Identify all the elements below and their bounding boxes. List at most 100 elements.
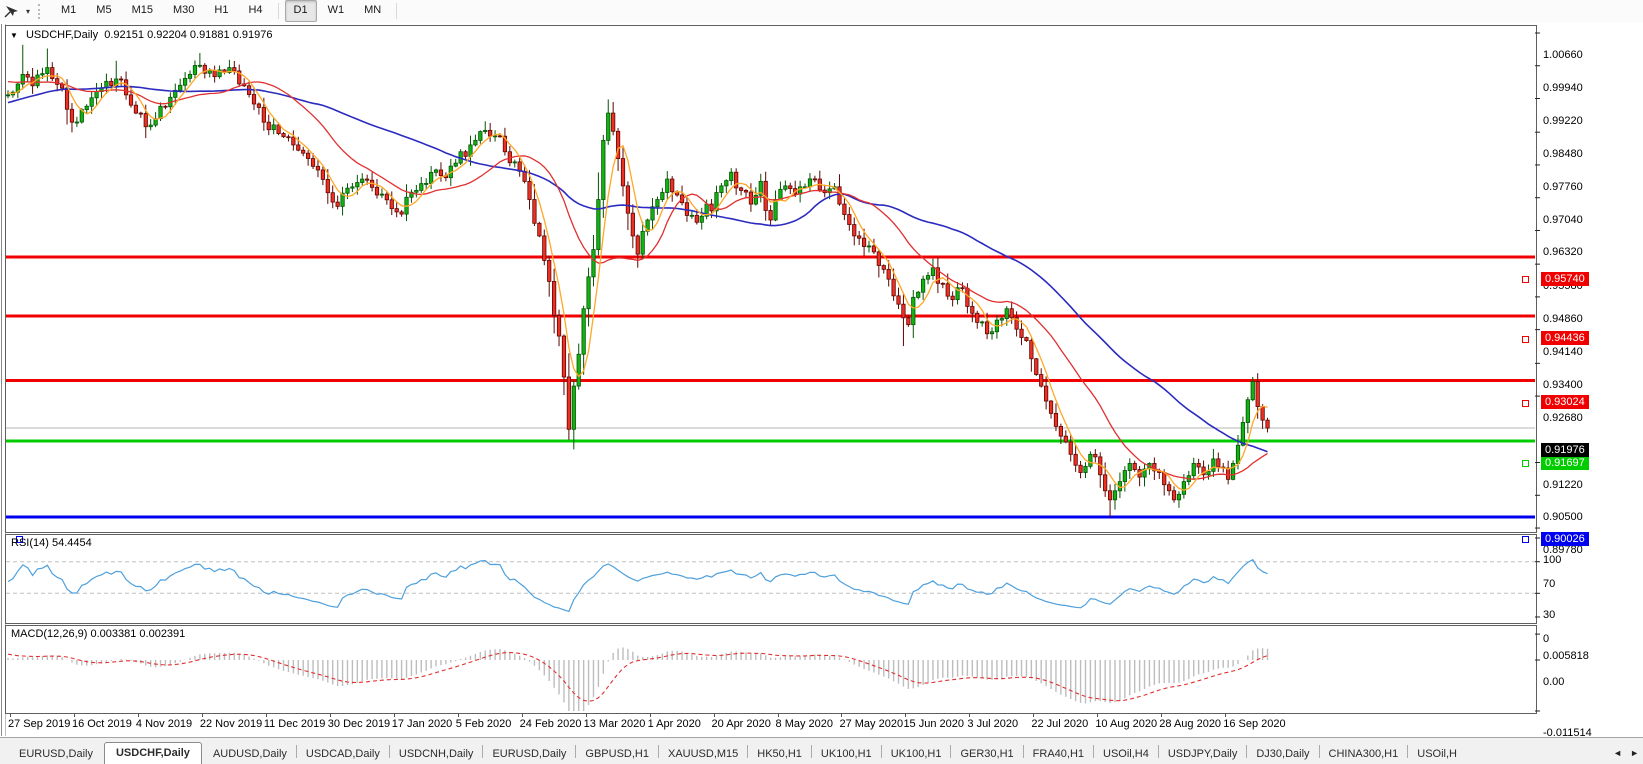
timeframe-toolbar: ▾ M1 M5 M15 M30 H1 H4 D1 W1 MN — [0, 0, 1643, 23]
period-button-h4[interactable]: H4 — [239, 0, 271, 22]
line-handle[interactable] — [1522, 536, 1529, 544]
date-label: 10 Aug 2020 — [1095, 718, 1158, 730]
period-button-m15[interactable]: M15 — [123, 0, 162, 22]
tab-eurusd-daily[interactable]: EURUSD,Daily — [10, 744, 102, 764]
date-label: 17 Jan 2020 — [391, 718, 453, 730]
price-tick: 1.00660 — [1543, 49, 1583, 61]
rsi-tick: 100 — [1543, 554, 1562, 566]
date-label: 16 Oct 2019 — [71, 718, 132, 730]
macd-tick: 0.005818 — [1543, 650, 1589, 663]
tab-usoil-h4[interactable]: USOil,H4 — [1094, 744, 1158, 764]
price-open: 0.92151 — [104, 29, 144, 41]
date-tick — [265, 713, 267, 717]
period-button-w1[interactable]: W1 — [319, 0, 354, 22]
tab-usdjpy-daily[interactable]: USDJPY,Daily — [1159, 744, 1247, 764]
line-handle[interactable] — [1522, 335, 1529, 343]
chart-window: ▼ USDCHF,Daily 0.92151 0.92204 0.91881 0… — [0, 22, 1643, 739]
date-tick — [1161, 713, 1163, 717]
date-label: 11 Dec 2019 — [263, 718, 326, 730]
tab-hk50-h1[interactable]: HK50,H1 — [748, 744, 811, 764]
line-handle[interactable] — [1522, 399, 1529, 407]
period-button-d1[interactable]: D1 — [284, 0, 317, 22]
tab-usdcad-daily[interactable]: USDCAD,Daily — [297, 744, 389, 764]
price-tick: 0.94140 — [1543, 345, 1583, 358]
price-tick: 0.94860 — [1543, 312, 1583, 325]
date-label: 27 Sep 2019 — [8, 718, 71, 730]
price-line-label: 0.91697 — [1541, 455, 1589, 470]
rsi-tick: 30 — [1543, 609, 1556, 622]
date-tick — [777, 713, 779, 717]
tab-audusd-daily[interactable]: AUDUSD,Daily — [204, 744, 296, 764]
chart-tabs: EURUSD,Daily USDCHF,Daily AUDUSD,Daily USDC… — [0, 737, 1643, 764]
date-tick — [841, 713, 843, 717]
date-tick — [457, 713, 459, 717]
tab-gbpusd-h1[interactable]: GBPUSD,H1 — [576, 744, 658, 764]
price-tick: 0.99220 — [1543, 114, 1583, 127]
tab-eurusd-daily[interactable]: EURUSD,Daily — [483, 744, 575, 764]
tab-usoil-h[interactable]: USOil,H — [1408, 744, 1466, 764]
tab-xauusd-m15[interactable]: XAUUSD,M15 — [659, 744, 747, 764]
chevron-down-icon[interactable]: ▾ — [22, 7, 34, 16]
date-tick — [649, 713, 651, 717]
price-line-label: 0.90026 — [1541, 531, 1589, 546]
tab-dj30-daily[interactable]: DJ30,Daily — [1247, 744, 1318, 764]
date-label: 24 Feb 2020 — [519, 718, 582, 730]
price-tick: 0.98480 — [1543, 148, 1583, 161]
tab-ger30-h1[interactable]: GER30,H1 — [951, 744, 1022, 764]
date-label: 8 May 2020 — [775, 718, 833, 730]
chart-menu-icon[interactable]: ▼ — [10, 31, 18, 40]
date-label: 13 Mar 2020 — [583, 718, 646, 730]
period-button-m5[interactable]: M5 — [87, 0, 120, 22]
date-tick — [585, 713, 587, 717]
date-tick — [201, 713, 203, 717]
symbol-name: USDCHF,Daily — [25, 29, 99, 41]
tab-usdchf-daily[interactable]: USDCHF,Daily — [103, 742, 202, 764]
tab-scroll-left-icon[interactable]: ◄ — [1613, 748, 1622, 758]
price-line-label: 0.94436 — [1541, 331, 1589, 346]
line-handle[interactable] — [1522, 276, 1529, 284]
crosshair-cursor-icon[interactable] — [0, 1, 22, 21]
date-label: 1 Apr 2020 — [647, 718, 701, 730]
toolbar-grip[interactable] — [38, 3, 44, 19]
date-tick — [137, 713, 139, 717]
macd-label: MACD(12,26,9) 0.003381 0.002391 — [11, 628, 186, 640]
current-price-label: 0.91976 — [1541, 443, 1589, 458]
tab-fra40-h1[interactable]: FRA40,H1 — [1024, 744, 1093, 764]
rsi-tick: 70 — [1543, 577, 1556, 590]
macd-pane[interactable] — [5, 625, 1537, 714]
rsi-label: RSI(14) 54.4454 — [11, 537, 92, 549]
date-tick — [393, 713, 395, 717]
date-tick — [1097, 713, 1099, 717]
price-line-label: 0.93024 — [1541, 395, 1589, 410]
tab-uk100-h1[interactable]: UK100,H1 — [882, 744, 951, 764]
date-tick — [1225, 713, 1227, 717]
tab-usdcnh-daily[interactable]: USDCNH,Daily — [390, 744, 483, 764]
line-handle[interactable] — [1522, 460, 1529, 468]
date-label: 20 Apr 2020 — [711, 718, 771, 730]
date-tick — [713, 713, 715, 717]
tab-scroll-right-icon[interactable]: ► — [1630, 748, 1639, 758]
price-low: 0.91881 — [189, 29, 230, 41]
tab-china300-h1[interactable]: CHINA300,H1 — [1320, 744, 1408, 764]
period-button-mn[interactable]: MN — [355, 0, 390, 22]
rsi-pane[interactable] — [5, 534, 1537, 624]
date-tick — [969, 713, 971, 717]
macd-tick: 0.00 — [1543, 676, 1565, 688]
period-button-h1[interactable]: H1 — [205, 0, 237, 22]
period-button-m1[interactable]: M1 — [52, 0, 85, 22]
main-price-pane[interactable] — [5, 25, 1537, 533]
tab-scroll-controls: ◄ ► — [1613, 748, 1639, 758]
date-label: 3 Jul 2020 — [967, 718, 1019, 730]
period-button-m30[interactable]: M30 — [164, 0, 203, 22]
price-tick: 0.97040 — [1543, 213, 1583, 226]
date-axis: 27 Sep 2019 16 Oct 2019 4 Nov 2019 22 Nov 2… — [0, 713, 1643, 737]
price-tick: 0.91220 — [1543, 478, 1583, 491]
toolbar-separator — [396, 3, 398, 19]
chart-title: ▼ USDCHF,Daily 0.92151 0.92204 0.91881 0… — [10, 29, 272, 41]
tab-uk100-h1[interactable]: UK100,H1 — [812, 744, 881, 764]
date-tick — [521, 713, 523, 717]
price-tick: 0.97760 — [1543, 180, 1583, 193]
price-tick: 0.99940 — [1543, 81, 1583, 94]
price-tick: 0.90500 — [1543, 511, 1583, 524]
date-label: 27 May 2020 — [839, 718, 904, 730]
